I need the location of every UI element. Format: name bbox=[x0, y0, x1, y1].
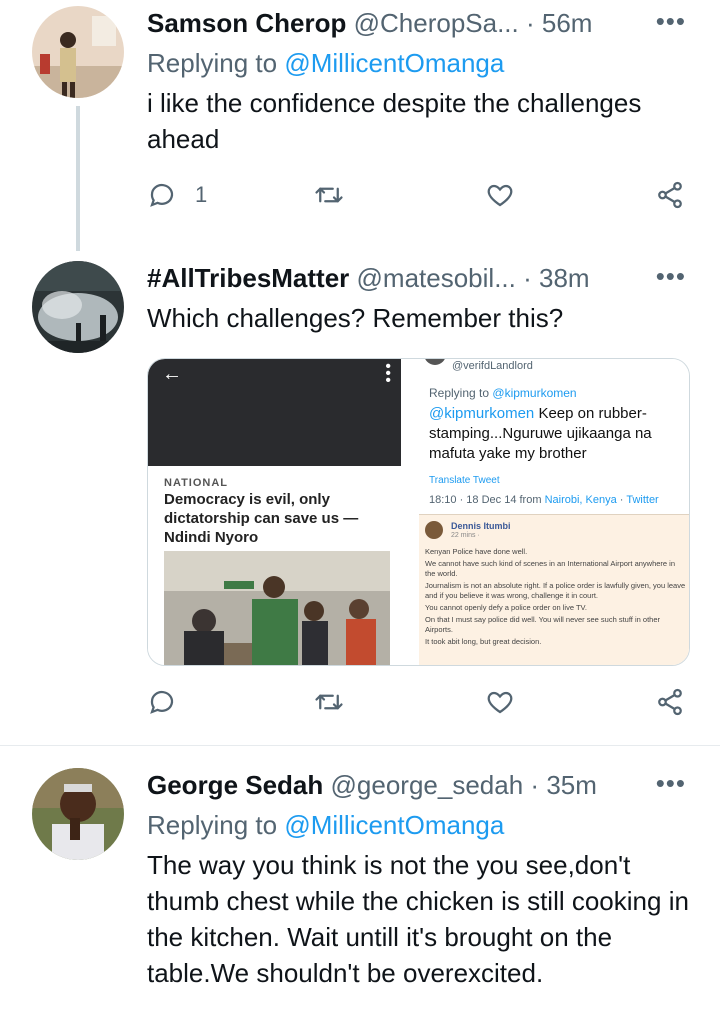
display-name[interactable]: #AllTribesMatter bbox=[147, 263, 349, 293]
like-icon bbox=[487, 184, 513, 207]
kebab-menu-icon: • • • bbox=[385, 358, 391, 389]
more-icon[interactable]: ••• bbox=[656, 768, 686, 799]
replying-to-label: Replying to bbox=[147, 810, 278, 840]
news-headline: Democracy is evil, only dictatorship can… bbox=[164, 491, 359, 546]
fb-post-text: Kenyan Police have done well. We cannot … bbox=[425, 547, 687, 649]
retweet-icon bbox=[315, 694, 343, 710]
fb-line: We cannot have such kind of scenes in an… bbox=[425, 559, 676, 578]
tweet-header: George Sedah @george_sedah · 35m ••• bbox=[147, 768, 700, 810]
separator-dot: · bbox=[530, 770, 540, 800]
screenshot-meta-sep: · bbox=[619, 494, 624, 506]
separator-dot: · bbox=[525, 8, 535, 38]
display-name[interactable]: George Sedah bbox=[147, 770, 323, 800]
user-handle[interactable]: @george_sedah bbox=[331, 770, 524, 800]
tweet-media-image[interactable]: ← • • • NATIONAL Democracy is evil, only d… bbox=[147, 358, 690, 666]
fb-line: On that I must say police did well. You … bbox=[425, 615, 660, 634]
reply-icon bbox=[150, 690, 174, 714]
screenshot-avatar bbox=[424, 359, 446, 365]
display-name[interactable]: Samson Cherop bbox=[147, 8, 346, 38]
like-icon bbox=[487, 691, 513, 714]
tweet-screenshot: @verifdLandlord Replying to @kipmurkomen… bbox=[404, 359, 689, 665]
screenshot-meta-place: Nairobi, Kenya bbox=[544, 494, 617, 506]
fb-line: Journalism is not an absolute right. If … bbox=[425, 581, 686, 600]
user-handle[interactable]: @CheropSa... bbox=[354, 8, 519, 38]
avatar[interactable] bbox=[32, 6, 124, 98]
user-handle[interactable]: @matesobil... bbox=[357, 263, 516, 293]
fb-line: It took abit long, but great decision. bbox=[425, 637, 542, 646]
tweet-divider bbox=[0, 745, 720, 746]
like-button[interactable] bbox=[485, 180, 515, 210]
avatar[interactable] bbox=[32, 261, 124, 353]
replying-to-label: Replying to bbox=[147, 48, 278, 78]
timestamp[interactable]: 56m bbox=[542, 8, 593, 38]
share-button[interactable] bbox=[655, 180, 685, 210]
tweet-actions: 1 bbox=[147, 180, 692, 220]
timestamp[interactable]: 35m bbox=[546, 770, 597, 800]
tweet-header: #AllTribesMatter @matesobil... · 38m ••• bbox=[147, 261, 700, 303]
replying-to-mention[interactable]: @MillicentOmanga bbox=[284, 810, 504, 840]
replying-to-mention[interactable]: @MillicentOmanga bbox=[284, 48, 504, 78]
share-icon bbox=[658, 688, 682, 716]
more-icon[interactable]: ••• bbox=[656, 261, 686, 292]
share-icon bbox=[658, 181, 682, 209]
tweet-alltribesmatter[interactable]: #AllTribesMatter @matesobil... · 38m •••… bbox=[0, 255, 720, 745]
tweet-text: Which challenges? Remember this? bbox=[147, 303, 564, 333]
avatar[interactable] bbox=[32, 768, 124, 860]
fb-avatar bbox=[425, 521, 443, 539]
tweet-text: The way you think is not the you see,don… bbox=[147, 850, 689, 988]
screenshot-meta-client: Twitter bbox=[626, 494, 659, 506]
screenshot-translate-link: Translate Tweet bbox=[429, 475, 500, 486]
more-icon[interactable]: ••• bbox=[656, 6, 686, 37]
tweet-actions bbox=[147, 687, 692, 727]
retweet-button[interactable] bbox=[314, 180, 344, 210]
retweet-button[interactable] bbox=[314, 687, 344, 717]
fb-line: Kenyan Police have done well. bbox=[425, 547, 528, 556]
replying-to: Replying to @MillicentOmanga bbox=[147, 48, 504, 79]
tweet-george-sedah[interactable]: George Sedah @george_sedah · 35m ••• Rep… bbox=[0, 762, 720, 1027]
reply-button[interactable] bbox=[147, 687, 177, 717]
fb-post-meta: 22 mins · bbox=[451, 532, 480, 539]
news-photo bbox=[164, 551, 390, 665]
reply-count: 1 bbox=[195, 182, 208, 207]
tweet-header: Samson Cherop @CheropSa... · 56m ••• bbox=[147, 6, 700, 48]
screenshot-replying-mention: @kipmurkomen bbox=[492, 386, 577, 400]
screenshot-handle: @verifdLandlord bbox=[452, 360, 533, 372]
tweet-text: i like the confidence despite the challe… bbox=[147, 88, 642, 154]
news-section-label: NATIONAL bbox=[164, 477, 229, 489]
news-screenshot: ← • • • NATIONAL Democracy is evil, only d… bbox=[148, 359, 401, 665]
screenshot-replying-to: Replying to @kipmurkomen bbox=[429, 386, 577, 400]
share-button[interactable] bbox=[655, 687, 685, 717]
fb-author-name: Dennis Itumbi bbox=[451, 521, 511, 531]
news-app-bar bbox=[148, 359, 401, 466]
retweet-icon bbox=[315, 187, 343, 203]
screenshot-body-mention: @kipmurkomen bbox=[429, 405, 535, 422]
reply-icon bbox=[150, 183, 174, 207]
screenshot-tweet-body: @kipmurkomen Keep on rubber-stamping...N… bbox=[429, 404, 684, 464]
screenshot-meta-time: 18:10 · 18 Dec 14 from bbox=[429, 494, 542, 506]
facebook-post-screenshot: Dennis Itumbi 22 mins · Kenyan Police ha… bbox=[419, 514, 689, 665]
back-arrow-icon: ← bbox=[162, 363, 182, 385]
fb-line: You cannot openly defy a police order on… bbox=[425, 603, 587, 612]
separator-dot: · bbox=[523, 263, 532, 293]
screenshot-replying-label: Replying to bbox=[429, 386, 490, 400]
thread-line bbox=[76, 106, 80, 251]
reply-button[interactable]: 1 bbox=[147, 180, 207, 210]
like-button[interactable] bbox=[485, 687, 515, 717]
replying-to: Replying to @MillicentOmanga bbox=[147, 810, 504, 841]
screenshot-meta: 18:10 · 18 Dec 14 from Nairobi, Kenya · … bbox=[429, 494, 659, 506]
timestamp[interactable]: 38m bbox=[539, 263, 590, 293]
tweet-samson-cherop[interactable]: Samson Cherop @CheropSa... · 56m ••• Rep… bbox=[0, 0, 720, 255]
